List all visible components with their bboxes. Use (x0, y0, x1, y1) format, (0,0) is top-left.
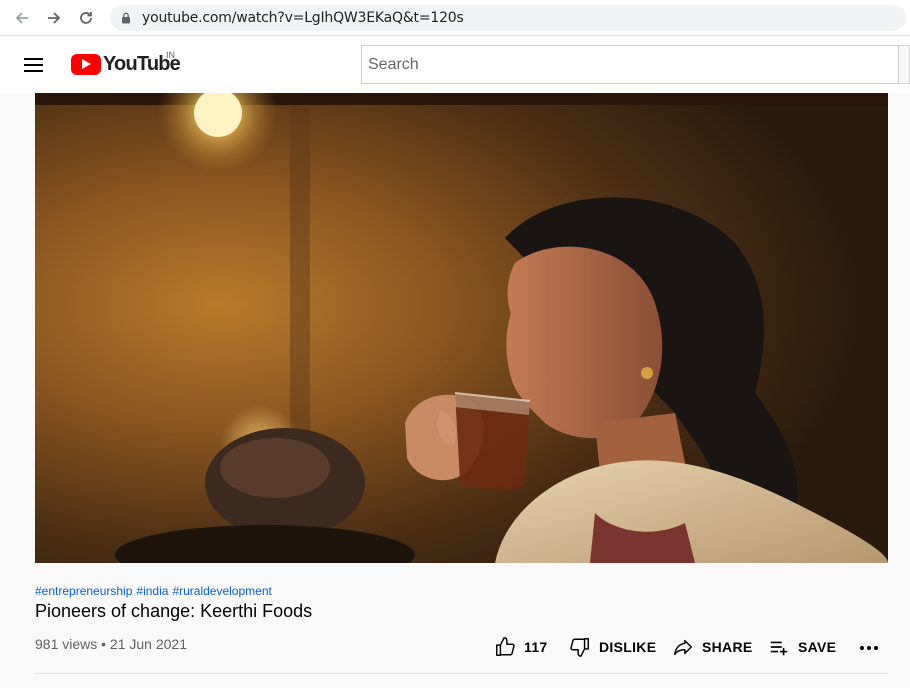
playlist-add-icon (770, 641, 788, 656)
lock-icon (122, 12, 130, 24)
share-label: SHARE (702, 639, 753, 655)
hashtag-link[interactable]: #india (136, 584, 168, 598)
address-bar[interactable]: youtube.com/watch?v=LgIhQW3EKaQ&t=120s (110, 5, 906, 31)
country-code: IN (166, 50, 175, 60)
reload-button[interactable] (70, 2, 102, 34)
guide-menu-button[interactable] (24, 54, 48, 76)
arrow-left-icon (15, 12, 28, 24)
like-count: 117 (524, 639, 548, 655)
like-button[interactable]: 117 (494, 636, 548, 658)
hashtag-link[interactable]: #entrepreneurship (35, 584, 132, 598)
dislike-label: DISLIKE (599, 639, 657, 655)
save-button[interactable]: SAVE (768, 636, 836, 658)
hamburger-menu-icon (24, 58, 43, 60)
video-player[interactable] (35, 93, 888, 563)
reload-icon (80, 12, 92, 24)
forward-button[interactable] (38, 2, 70, 34)
back-button[interactable] (6, 2, 38, 34)
search-button[interactable] (899, 45, 910, 84)
video-frame (35, 93, 888, 563)
share-button[interactable]: SHARE (672, 636, 753, 658)
hashtag-list: #entrepreneurship #india #ruraldevelopment (35, 584, 276, 598)
thumbs-down-icon (570, 638, 589, 657)
search-box[interactable] (361, 45, 899, 84)
play-logo-icon (71, 54, 101, 75)
save-label: SAVE (798, 639, 837, 655)
more-horizontal-icon (860, 646, 864, 650)
youtube-header: YouTube IN (0, 36, 910, 93)
section-divider (35, 673, 888, 674)
video-meta: 981 views • 21 Jun 2021 (35, 636, 188, 652)
search-input[interactable] (362, 46, 898, 83)
video-title: Pioneers of change: Keerthi Foods (35, 601, 313, 621)
more-actions-button[interactable] (858, 638, 880, 658)
arrow-right-icon (48, 12, 61, 24)
url-text: youtube.com/watch?v=LgIhQW3EKaQ&t=120s (142, 10, 464, 26)
browser-toolbar: youtube.com/watch?v=LgIhQW3EKaQ&t=120s (0, 0, 910, 36)
share-arrow-icon (674, 639, 692, 656)
dislike-button[interactable]: DISLIKE (569, 636, 656, 658)
thumbs-up-icon (496, 637, 515, 656)
hashtag-link[interactable]: #ruraldevelopment (172, 584, 271, 598)
youtube-logo[interactable]: YouTube (71, 53, 181, 76)
